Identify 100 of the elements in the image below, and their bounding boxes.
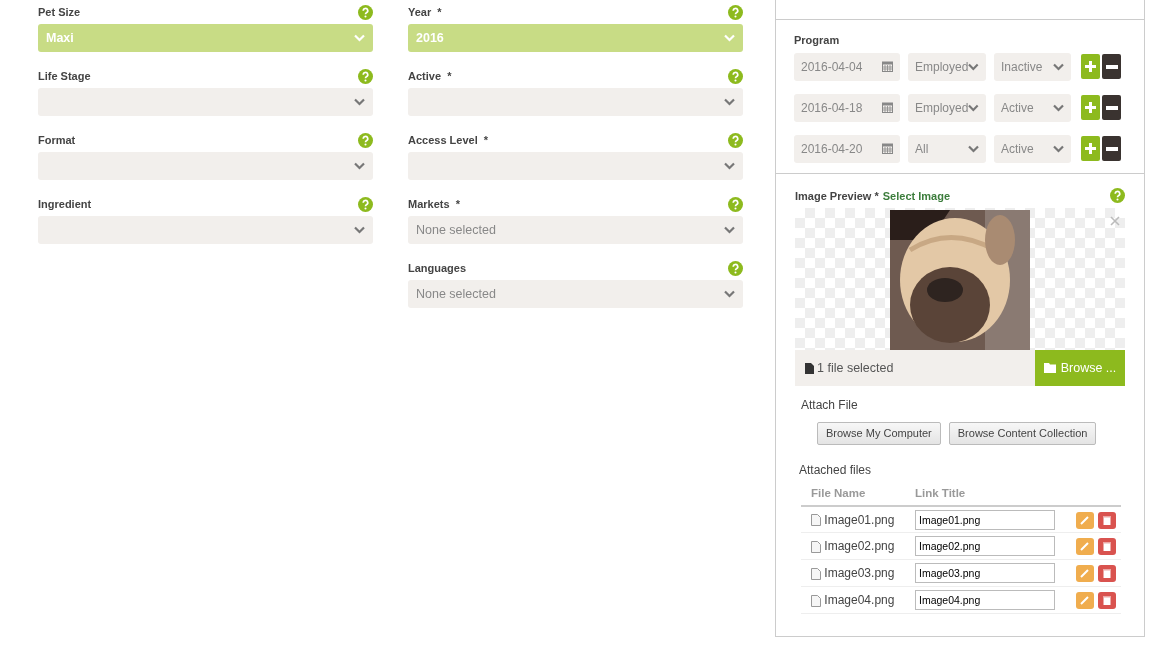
attached-files-label: Attached files: [799, 461, 873, 479]
browse-option-button[interactable]: Browse My Computer: [817, 422, 941, 445]
browse-option-button[interactable]: Browse Content Collection: [948, 422, 1097, 445]
minus-icon: [1105, 105, 1118, 110]
chevron-icon: [724, 162, 735, 170]
delete-button[interactable]: [1098, 565, 1116, 583]
select-image-link[interactable]: Select Image: [882, 187, 951, 204]
plus-icon: [1085, 102, 1096, 113]
trash-icon: [1103, 569, 1111, 579]
chevron-icon: [724, 98, 735, 106]
program-label: Program: [794, 33, 841, 48]
chevron-icon: [968, 144, 979, 153]
pencil-icon: [1080, 569, 1090, 579]
remove-button[interactable]: [1102, 95, 1121, 120]
select-field[interactable]: None selected: [408, 216, 743, 244]
delete-button[interactable]: [1098, 592, 1116, 610]
file-name-cell: Image04.png: [824, 593, 895, 608]
select-field[interactable]: [38, 88, 373, 116]
select-field[interactable]: Active: [994, 134, 1071, 163]
chevron-icon: [968, 62, 979, 71]
field-label: Languages: [408, 260, 467, 276]
remove-button[interactable]: [1102, 54, 1121, 79]
file-icon: [811, 514, 821, 527]
edit-button[interactable]: [1076, 538, 1094, 556]
chevron-icon: [724, 226, 735, 234]
pencil-icon: [1080, 542, 1090, 552]
select-field[interactable]: None selected: [408, 280, 743, 308]
help-icon[interactable]: [358, 132, 373, 148]
field-label: Life Stage: [38, 68, 91, 84]
link-title-field[interactable]: Image03.png: [915, 563, 1055, 584]
help-icon[interactable]: [728, 196, 743, 212]
pencil-icon: [1080, 515, 1090, 525]
help-icon[interactable]: [358, 196, 373, 212]
field-label: Format: [38, 132, 76, 148]
folder-icon: [1043, 363, 1057, 373]
help-icon[interactable]: [728, 132, 743, 148]
file-name-cell: Image01.png: [824, 512, 895, 527]
date-field[interactable]: 2016-04-18: [794, 93, 900, 122]
file-name-cell: Image02.png: [824, 539, 895, 554]
file-icon: [805, 362, 814, 374]
select-field[interactable]: [38, 152, 373, 180]
select-field[interactable]: Active: [994, 93, 1071, 122]
field-label: Markets *: [408, 196, 460, 212]
calendar-icon[interactable]: [882, 102, 893, 113]
select-field[interactable]: Employed: [908, 52, 986, 81]
column-header: File Name: [801, 482, 905, 506]
column-header: Link Title: [905, 482, 1072, 506]
help-icon[interactable]: [728, 260, 743, 276]
plus-icon: [1085, 61, 1096, 72]
field-label: Ingredient: [38, 196, 92, 212]
chevron-icon: [724, 34, 735, 42]
link-title-field[interactable]: Image02.png: [915, 536, 1055, 557]
edit-button[interactable]: [1076, 565, 1094, 583]
delete-button[interactable]: [1098, 511, 1116, 529]
chevron-icon: [724, 290, 735, 298]
edit-button[interactable]: [1076, 511, 1094, 529]
file-name-cell: Image03.png: [824, 566, 895, 581]
link-title-field[interactable]: Image01.png: [915, 509, 1055, 530]
browse-button[interactable]: Browse ...: [1035, 350, 1125, 386]
chevron-icon: [354, 162, 365, 170]
date-field[interactable]: 2016-04-20: [794, 134, 900, 163]
select-field[interactable]: [38, 216, 373, 244]
field-label: Access Level *: [408, 132, 489, 148]
chevron-icon: [1053, 62, 1064, 71]
minus-icon: [1105, 64, 1118, 69]
trash-icon: [1103, 515, 1111, 525]
date-field[interactable]: 2016-04-04: [794, 52, 900, 81]
file-icon: [811, 541, 821, 554]
trash-icon: [1103, 596, 1111, 606]
select-field[interactable]: Inactive: [994, 52, 1071, 81]
help-icon[interactable]: [1110, 188, 1125, 204]
link-title-field[interactable]: Image04.png: [915, 590, 1055, 611]
chevron-icon: [354, 226, 365, 234]
remove-button[interactable]: [1102, 136, 1121, 161]
file-count-text: 1 file selected: [817, 359, 894, 377]
select-field[interactable]: [408, 88, 743, 116]
select-field[interactable]: All: [908, 134, 986, 163]
select-field[interactable]: Employed: [908, 93, 986, 122]
calendar-icon[interactable]: [882, 143, 893, 154]
field-label: Year *: [408, 4, 442, 20]
attach-file-label: Attach File: [801, 397, 859, 414]
chevron-icon: [968, 103, 979, 112]
chevron-icon: [1053, 103, 1064, 112]
image-preview-label: Image Preview *: [795, 188, 879, 204]
minus-icon: [1105, 146, 1118, 151]
help-icon[interactable]: [728, 4, 743, 20]
help-icon[interactable]: [728, 68, 743, 84]
file-icon: [811, 568, 821, 581]
file-icon: [811, 595, 821, 608]
chevron-icon: [354, 34, 365, 42]
select-field[interactable]: [408, 152, 743, 180]
help-icon[interactable]: [358, 4, 373, 20]
delete-button[interactable]: [1098, 538, 1116, 556]
chevron-icon: [354, 98, 365, 106]
edit-button[interactable]: [1076, 592, 1094, 610]
help-icon[interactable]: [358, 68, 373, 84]
calendar-icon[interactable]: [882, 61, 893, 72]
plus-icon: [1085, 143, 1096, 154]
pencil-icon: [1080, 596, 1090, 606]
field-label: Active *: [408, 68, 452, 84]
